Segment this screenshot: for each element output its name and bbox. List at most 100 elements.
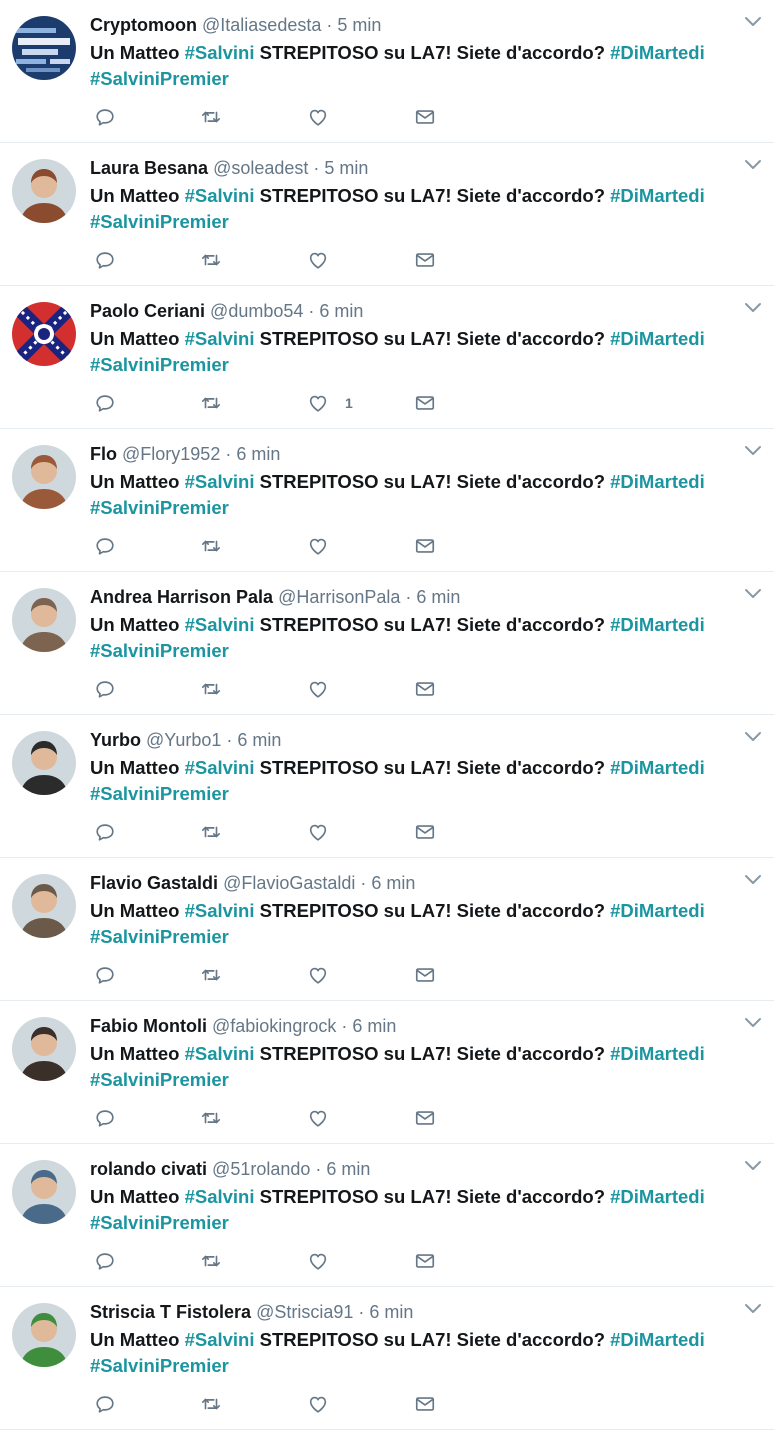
hashtag-salvini[interactable]: #Salvini xyxy=(185,757,255,778)
timestamp[interactable]: 6 min xyxy=(416,587,460,607)
chevron-down-icon[interactable] xyxy=(744,1160,762,1172)
hashtag-salvinipremier[interactable]: #SalviniPremier xyxy=(90,1212,229,1233)
reply-button[interactable] xyxy=(94,676,116,702)
like-button[interactable] xyxy=(307,247,345,273)
avatar[interactable] xyxy=(12,1303,76,1367)
hashtag-salvini[interactable]: #Salvini xyxy=(185,614,255,635)
tweet[interactable]: Paolo Ceriani @dumbo54 · 6 min Un Matteo… xyxy=(0,286,774,429)
avatar[interactable] xyxy=(12,302,76,366)
retweet-button[interactable] xyxy=(200,819,222,845)
hashtag-salvini[interactable]: #Salvini xyxy=(185,1186,255,1207)
tweet[interactable]: Laura Besana @soleadest · 5 min Un Matte… xyxy=(0,143,774,286)
like-button[interactable] xyxy=(307,104,345,130)
user-handle[interactable]: @Striscia91 xyxy=(256,1302,353,1322)
hashtag-dimartedi[interactable]: #DiMartedi xyxy=(610,1043,705,1064)
user-name[interactable]: Paolo Ceriani xyxy=(90,301,205,321)
chevron-down-icon[interactable] xyxy=(744,445,762,457)
tweet[interactable]: Flavio Gastaldi @FlavioGastaldi · 6 min … xyxy=(0,858,774,1001)
like-button[interactable] xyxy=(307,676,345,702)
user-name[interactable]: Cryptomoon xyxy=(90,15,197,35)
hashtag-salvinipremier[interactable]: #SalviniPremier xyxy=(90,783,229,804)
chevron-down-icon[interactable] xyxy=(744,731,762,743)
timestamp[interactable]: 6 min xyxy=(236,444,280,464)
hashtag-salvini[interactable]: #Salvini xyxy=(185,328,255,349)
timestamp[interactable]: 6 min xyxy=(369,1302,413,1322)
hashtag-dimartedi[interactable]: #DiMartedi xyxy=(610,185,705,206)
like-button[interactable] xyxy=(307,533,345,559)
tweet[interactable]: Fabio Montoli @fabiokingrock · 6 min Un … xyxy=(0,1001,774,1144)
chevron-down-icon[interactable] xyxy=(744,1303,762,1315)
retweet-button[interactable] xyxy=(200,533,222,559)
tweet[interactable]: Cryptomoon @Italiasedesta · 5 min Un Mat… xyxy=(0,0,774,143)
reply-button[interactable] xyxy=(94,247,116,273)
hashtag-dimartedi[interactable]: #DiMartedi xyxy=(610,1186,705,1207)
user-name[interactable]: Fabio Montoli xyxy=(90,1016,207,1036)
user-name[interactable]: rolando civati xyxy=(90,1159,207,1179)
reply-button[interactable] xyxy=(94,533,116,559)
user-name[interactable]: Flavio Gastaldi xyxy=(90,873,218,893)
hashtag-salvini[interactable]: #Salvini xyxy=(185,471,255,492)
hashtag-salvinipremier[interactable]: #SalviniPremier xyxy=(90,354,229,375)
avatar[interactable] xyxy=(12,1160,76,1224)
user-handle[interactable]: @Italiasedesta xyxy=(202,15,321,35)
direct-message-button[interactable] xyxy=(414,390,436,416)
hashtag-salvini[interactable]: #Salvini xyxy=(185,1043,255,1064)
user-handle[interactable]: @HarrisonPala xyxy=(278,587,400,607)
user-handle[interactable]: @dumbo54 xyxy=(210,301,303,321)
retweet-button[interactable] xyxy=(200,104,222,130)
user-handle[interactable]: @Flory1952 xyxy=(122,444,220,464)
user-name[interactable]: Andrea Harrison Pala xyxy=(90,587,273,607)
tweet[interactable]: Andrea Harrison Pala @HarrisonPala · 6 m… xyxy=(0,572,774,715)
retweet-button[interactable] xyxy=(200,676,222,702)
timestamp[interactable]: 6 min xyxy=(319,301,363,321)
like-button[interactable] xyxy=(307,1248,345,1274)
tweet[interactable]: Yurbo @Yurbo1 · 6 min Un Matteo #Salvini… xyxy=(0,715,774,858)
timestamp[interactable]: 5 min xyxy=(337,15,381,35)
direct-message-button[interactable] xyxy=(414,1248,436,1274)
user-name[interactable]: Flo xyxy=(90,444,117,464)
retweet-button[interactable] xyxy=(200,390,222,416)
hashtag-dimartedi[interactable]: #DiMartedi xyxy=(610,328,705,349)
like-button[interactable] xyxy=(307,819,345,845)
hashtag-salvinipremier[interactable]: #SalviniPremier xyxy=(90,211,229,232)
direct-message-button[interactable] xyxy=(414,1105,436,1131)
avatar[interactable] xyxy=(12,731,76,795)
user-handle[interactable]: @soleadest xyxy=(213,158,308,178)
user-name[interactable]: Striscia T Fistolera xyxy=(90,1302,251,1322)
timestamp[interactable]: 6 min xyxy=(371,873,415,893)
timestamp[interactable]: 5 min xyxy=(324,158,368,178)
hashtag-salvini[interactable]: #Salvini xyxy=(185,900,255,921)
hashtag-salvinipremier[interactable]: #SalviniPremier xyxy=(90,926,229,947)
chevron-down-icon[interactable] xyxy=(744,588,762,600)
retweet-button[interactable] xyxy=(200,1105,222,1131)
hashtag-dimartedi[interactable]: #DiMartedi xyxy=(610,471,705,492)
hashtag-salvinipremier[interactable]: #SalviniPremier xyxy=(90,1355,229,1376)
avatar[interactable] xyxy=(12,1017,76,1081)
like-button[interactable]: 1 xyxy=(307,390,353,416)
chevron-down-icon[interactable] xyxy=(744,1017,762,1029)
retweet-button[interactable] xyxy=(200,1248,222,1274)
tweet[interactable]: rolando civati @51rolando · 6 min Un Mat… xyxy=(0,1144,774,1287)
tweet[interactable]: Striscia T Fistolera @Striscia91 · 6 min… xyxy=(0,1287,774,1430)
hashtag-dimartedi[interactable]: #DiMartedi xyxy=(610,900,705,921)
hashtag-dimartedi[interactable]: #DiMartedi xyxy=(610,1329,705,1350)
hashtag-salvinipremier[interactable]: #SalviniPremier xyxy=(90,68,229,89)
chevron-down-icon[interactable] xyxy=(744,302,762,314)
hashtag-salvinipremier[interactable]: #SalviniPremier xyxy=(90,1069,229,1090)
hashtag-salvini[interactable]: #Salvini xyxy=(185,42,255,63)
user-handle[interactable]: @FlavioGastaldi xyxy=(223,873,355,893)
hashtag-salvini[interactable]: #Salvini xyxy=(185,185,255,206)
retweet-button[interactable] xyxy=(200,247,222,273)
reply-button[interactable] xyxy=(94,104,116,130)
timestamp[interactable]: 6 min xyxy=(237,730,281,750)
avatar[interactable] xyxy=(12,874,76,938)
user-name[interactable]: Yurbo xyxy=(90,730,141,750)
chevron-down-icon[interactable] xyxy=(744,159,762,171)
reply-button[interactable] xyxy=(94,1391,116,1417)
reply-button[interactable] xyxy=(94,819,116,845)
direct-message-button[interactable] xyxy=(414,1391,436,1417)
like-button[interactable] xyxy=(307,1391,345,1417)
direct-message-button[interactable] xyxy=(414,247,436,273)
hashtag-dimartedi[interactable]: #DiMartedi xyxy=(610,757,705,778)
hashtag-dimartedi[interactable]: #DiMartedi xyxy=(610,42,705,63)
